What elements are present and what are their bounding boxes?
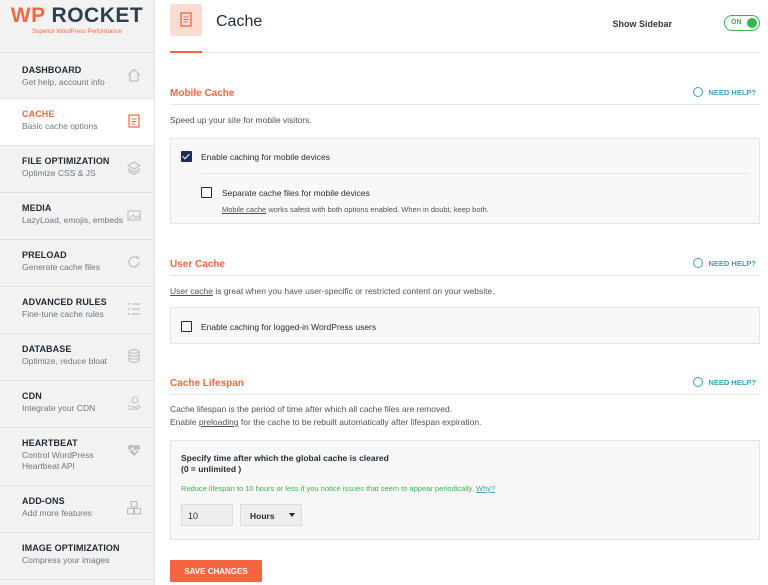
section-title: Cache Lifespan — [170, 378, 244, 389]
cache-lifespan-section-header: Cache Lifespan NEED HELP? — [170, 375, 760, 395]
separate-cache-label: Separate cache files for mobile devices — [222, 188, 370, 198]
database-icon — [128, 349, 140, 363]
layers-icon — [126, 161, 142, 176]
heartbeat-icon — [127, 444, 141, 456]
sidebar-item-add-ons[interactable]: ADD-ONS Add more features — [0, 486, 154, 533]
document-icon — [128, 114, 140, 128]
list-icon — [128, 303, 140, 315]
mobile-cache-link[interactable]: Mobile cache — [222, 205, 266, 214]
need-help-link[interactable]: NEED HELP? — [693, 258, 756, 269]
need-help-link[interactable]: NEED HELP? — [693, 87, 756, 98]
user-cache-label: Enable caching for logged-in WordPress u… — [201, 322, 377, 332]
page-title: Cache — [216, 13, 263, 30]
page-header: Cache Show Sidebar ON — [170, 0, 760, 53]
lifespan-unit-select[interactable]: Hours — [240, 504, 302, 526]
toggle-knob — [747, 18, 757, 28]
sidebar-item-file-optimization[interactable]: FILE OPTIMIZATION Optimize CSS & JS — [0, 146, 154, 193]
sidebar-item-preload[interactable]: PRELOAD Generate cache files — [0, 240, 154, 287]
sidebar-item-cache[interactable]: CACHE Basic cache options — [0, 99, 154, 146]
cdn-hand-icon — [127, 396, 141, 411]
mobile-cache-section-header: Mobile Cache NEED HELP? — [170, 85, 760, 105]
mobile-cache-label: Enable caching for mobile devices — [201, 152, 330, 162]
section-description: Speed up your site for mobile visitors. — [170, 115, 312, 125]
lifespan-field-title: Specify time after which the global cach… — [181, 453, 389, 474]
lifespan-value-input[interactable]: 10 — [181, 504, 233, 526]
section-description: Cache lifespan is the period of time aft… — [170, 404, 482, 427]
show-sidebar-toggle[interactable]: ON — [724, 15, 760, 31]
image-icon — [127, 210, 141, 221]
sidebar-item-database[interactable]: DATABASE Optimize, reduce bloat — [0, 334, 154, 381]
wp-rocket-logo[interactable]: WP ROCKET Superior WordPress Performance — [0, 0, 154, 52]
separate-cache-note: Mobile cache works safest with both opti… — [222, 205, 489, 214]
need-help-link[interactable]: NEED HELP? — [693, 377, 756, 388]
user-cache-checkbox[interactable] — [181, 321, 192, 332]
lifebuoy-icon — [693, 87, 704, 98]
lifespan-note: Reduce lifespan to 10 hours or less if y… — [181, 484, 496, 493]
section-description: User cache is great when you have user-s… — [170, 286, 495, 296]
preloading-link[interactable]: preloading — [199, 417, 239, 427]
lifebuoy-icon — [693, 377, 704, 388]
lifebuoy-icon — [693, 258, 704, 269]
user-cache-link[interactable]: User cache — [170, 286, 213, 296]
cache-header-icon — [170, 4, 202, 36]
refresh-icon — [128, 255, 140, 268]
sidebar-item-media[interactable]: MEDIA LazyLoad, emojis, embeds — [0, 193, 154, 240]
logo-wordmark: WP ROCKET — [10, 4, 144, 27]
sidebar-item-advanced-rules[interactable]: ADVANCED RULES Fine-tune cache rules — [0, 287, 154, 334]
sidebar: WP ROCKET Superior WordPress Performance… — [0, 0, 155, 585]
mobile-cache-checkbox[interactable] — [181, 151, 192, 162]
sidebar-item-image-optimization[interactable]: IMAGE OPTIMIZATION Compress your images — [0, 533, 154, 580]
show-sidebar-label: Show Sidebar — [612, 19, 672, 29]
header-underline — [170, 51, 202, 53]
section-title: User Cache — [170, 259, 226, 270]
sidebar-item-dashboard[interactable]: DASHBOARD Get help, account info — [0, 52, 154, 99]
divider — [201, 173, 749, 174]
mobile-cache-options-box: Enable caching for mobile devices Separa… — [170, 138, 760, 224]
cache-lifespan-box: Specify time after which the global cach… — [170, 440, 760, 540]
logo-tagline: Superior WordPress Performance — [32, 29, 122, 35]
sidebar-item-cdn[interactable]: CDN Integrate your CDN — [0, 381, 154, 428]
chevron-down-icon — [289, 513, 295, 517]
save-changes-button[interactable]: SAVE CHANGES — [170, 560, 262, 582]
why-link[interactable]: Why? — [476, 484, 495, 493]
user-cache-section-header: User Cache NEED HELP? — [170, 256, 760, 276]
section-title: Mobile Cache — [170, 88, 235, 99]
sidebar-item-heartbeat[interactable]: HEARTBEAT Control WordPress Heartbeat AP… — [0, 428, 154, 486]
toggle-state-label: ON — [731, 19, 742, 26]
user-cache-options-box: Enable caching for logged-in WordPress u… — [170, 307, 760, 344]
home-icon — [127, 68, 141, 82]
separate-cache-checkbox[interactable] — [201, 187, 212, 198]
cubes-icon — [126, 500, 142, 515]
